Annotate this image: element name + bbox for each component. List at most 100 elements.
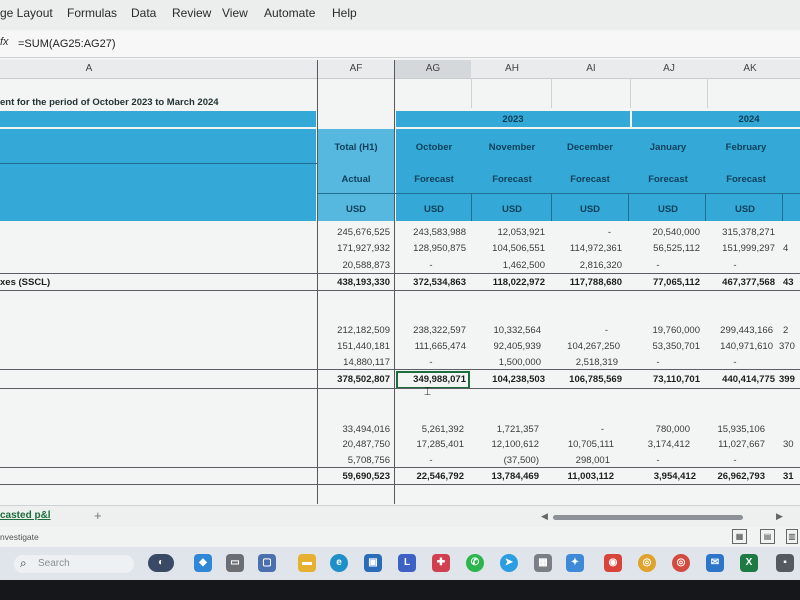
column-header-a[interactable]: A [0,63,178,74]
function-icon[interactable]: fx [0,36,9,48]
table-cell[interactable]: 56,525,112 [630,243,700,254]
table-cell[interactable]: 5,708,756 [318,455,390,466]
menu-data[interactable]: Data [131,6,156,20]
table-cell[interactable]: 315,378,271 [707,227,775,238]
table-cell[interactable]: 19,760,000 [630,325,700,336]
page-layout-view-icon[interactable]: ▤ [760,529,775,544]
total-cell-clipped[interactable]: 43 [783,277,800,288]
total-cell[interactable]: 13,784,469 [473,471,539,482]
table-cell[interactable]: 128,950,875 [396,243,466,254]
total-cell-clipped[interactable]: 399 [779,374,800,385]
table-cell[interactable]: 1,721,357 [473,424,539,435]
total-cell[interactable]: 117,788,680 [552,277,622,288]
copilot-icon[interactable]: ◆ [194,554,212,572]
table-cell[interactable]: 92,405,939 [473,341,541,352]
column-header-ah[interactable]: AH [473,63,551,74]
table-cell[interactable]: - [552,325,608,336]
table-cell[interactable]: 299,443,166 [707,325,773,336]
table-cell[interactable]: 243,583,988 [396,227,466,238]
table-cell[interactable]: 10,332,564 [473,325,541,336]
table-cell[interactable]: 33,494,016 [318,424,390,435]
table-cell[interactable]: - [630,357,686,368]
total-cell-clipped[interactable]: 31 [783,471,800,482]
table-cell[interactable]: 2,816,320 [552,260,622,271]
table-cell[interactable]: 1,500,000 [473,357,541,368]
table-cell[interactable]: 1,462,500 [473,260,545,271]
column-header-af[interactable]: AF [318,63,394,74]
total-cell[interactable]: 378,502,807 [318,374,390,385]
table-cell[interactable]: 171,927,932 [318,243,390,254]
taskbar-search-input[interactable]: Search [38,558,70,569]
total-cell[interactable]: 372,534,863 [396,277,466,288]
normal-view-icon[interactable]: ▦ [732,529,747,544]
column-header-ak[interactable]: AK [708,63,792,74]
table-cell[interactable]: 151,440,181 [318,341,390,352]
table-cell-clipped[interactable]: 4 [783,243,797,254]
total-cell[interactable]: 118,022,972 [473,277,545,288]
calculator-icon[interactable]: ▦ [534,554,552,572]
total-cell[interactable]: 22,546,792 [396,471,464,482]
whatsapp-icon[interactable]: ✆ [466,554,484,572]
file-explorer-icon[interactable]: ▬ [298,554,316,572]
table-cell[interactable]: 14,880,117 [318,357,390,368]
column-header-ai[interactable]: AI [552,63,630,74]
page-break-view-icon[interactable]: ▥ [786,529,798,544]
total-cell[interactable]: 438,193,330 [318,277,390,288]
menu-formulas[interactable]: Formulas [67,6,117,20]
table-cell[interactable]: 11,027,667 [707,439,765,450]
column-header-aj[interactable]: AJ [631,63,707,74]
table-cell[interactable]: - [707,260,763,271]
table-cell[interactable]: 114,972,361 [552,243,622,254]
status-accessibility[interactable]: nvestigate [0,532,39,542]
store-icon[interactable]: ▣ [364,554,382,572]
table-cell[interactable]: 104,267,250 [552,341,620,352]
table-cell-clipped[interactable]: 2 [783,325,800,336]
table-cell[interactable]: - [396,455,466,466]
table-cell[interactable]: - [630,455,686,466]
scroll-right-icon[interactable]: ▶ [776,511,783,522]
total-cell[interactable]: 467,377,568 [707,277,775,288]
table-cell[interactable]: 2,518,319 [552,357,618,368]
total-cell[interactable]: 104,238,503 [473,374,545,385]
edge-icon[interactable]: e [330,554,348,572]
table-cell[interactable]: - [396,357,466,368]
table-cell[interactable]: 15,935,106 [707,424,765,435]
office-icon[interactable]: ◉ [604,554,622,572]
total-cell[interactable]: 59,690,523 [318,471,390,482]
excel-icon[interactable]: X [740,554,758,572]
scroll-left-icon[interactable]: ◀ [541,511,548,522]
pin-icon[interactable]: ✦ [566,554,584,572]
column-header-ag[interactable]: AG [395,60,471,78]
table-cell-clipped[interactable]: 30 [783,439,800,450]
table-cell[interactable]: 104,506,551 [473,243,545,254]
total-cell[interactable]: 26,962,793 [707,471,765,482]
total-cell[interactable]: 77,065,112 [630,277,700,288]
table-cell[interactable]: 20,487,750 [318,439,390,450]
table-cell[interactable]: 245,676,525 [318,227,390,238]
total-cell[interactable]: 440,414,775 [707,374,775,385]
table-cell[interactable]: - [707,357,763,368]
table-cell[interactable]: - [396,260,466,271]
table-cell[interactable]: 20,540,000 [630,227,700,238]
horizontal-scrollbar-thumb[interactable] [553,515,743,520]
table-cell[interactable]: 298,001 [552,455,610,466]
table-cell[interactable]: 12,100,612 [473,439,539,450]
outlook-icon[interactable]: ✉ [706,554,724,572]
total-cell[interactable]: 3,954,412 [630,471,696,482]
formula-input[interactable]: =SUM(AG25:AG27) [18,38,116,50]
menu-review[interactable]: Review [172,6,211,20]
menu-page-layout[interactable]: ge Layout [0,6,53,20]
table-cell[interactable]: 3,174,412 [630,439,690,450]
sheet-tab-forecasted-pl[interactable]: casted p&l [0,510,51,521]
table-cell[interactable]: 53,350,701 [630,341,700,352]
row-label-sscl[interactable]: xes (SSCL) [0,277,50,288]
table-cell[interactable]: 10,705,111 [552,439,614,450]
table-cell[interactable]: - [707,455,763,466]
widgets-icon[interactable]: ◐ [148,554,174,572]
telegram-icon[interactable]: ➤ [500,554,518,572]
taskbar-search[interactable]: ⌕ Search [14,555,134,573]
table-cell[interactable]: 5,261,392 [396,424,464,435]
table-cell[interactable]: - [552,227,611,238]
table-cell[interactable]: 12,053,921 [473,227,545,238]
table-cell[interactable]: 212,182,509 [318,325,390,336]
